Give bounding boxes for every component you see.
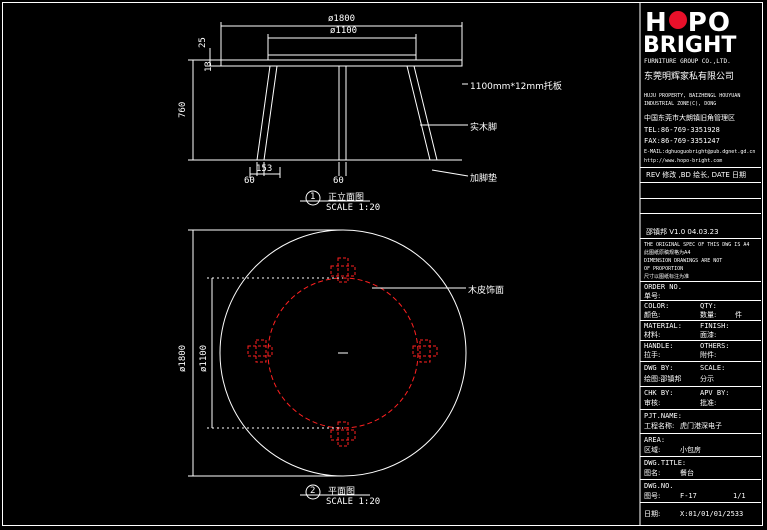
scale-label: SCALE: [700,364,726,372]
address-1: HUJU PROPERTY, BAIZHENGL HOUYUAN [644,93,741,99]
material-row [640,320,761,321]
dwg-title-cn: 图名: [644,469,661,477]
dwgno-row [640,479,761,480]
plan-scale: SCALE 1:20 [326,497,381,507]
callout-veneer: 木皮饰面 [468,286,505,296]
chk-label: CHK BY: [644,389,674,397]
order-row [640,281,761,282]
email: E-MAIL:dghuoguobright@pub.dgnet.gd.cn [644,149,756,155]
dim-top-thickness: 25 [198,37,208,48]
area-value: 小包房 [680,446,701,454]
rev-row-1 [640,198,761,199]
apv-label: APV BY: [700,389,730,397]
group-name: FURNITURE GROUP CO.,LTD. [644,58,731,65]
callout-foot-pad: 加脚垫 [470,174,498,184]
dwg-title-label: DWG.TITLE: [644,459,687,467]
dim-inner-width: ø1100 [330,26,358,36]
rev-row-top [640,167,761,168]
color-row [640,300,761,301]
dwg-title-value: 餐台 [680,469,694,477]
qty-cn: 数量: [700,311,717,319]
chk-cn: 审核: [644,399,661,407]
color-label: COLOR: [644,302,670,310]
area-row [640,433,761,434]
elevation-scale: SCALE 1:20 [326,203,381,213]
note-3: DIMENSION DRAWINGS ARE NOT [644,258,723,264]
dim-top-t2: 13 [204,61,214,72]
note-2: 此图纸原稿规格为A4 [644,250,691,256]
order-no-cn: 单号: [644,292,661,300]
elevation-title: 正立面图 [328,193,365,203]
rev-header: REV 修改 ,BD 绘长, DATE 日期 [646,171,747,179]
note-4: OF PROPORTION [644,266,684,272]
chk-row [640,386,761,387]
note-5: 尺寸以图纸标注为准 [644,274,690,280]
material-label: MATERIAL: [644,322,682,330]
area-cn: 区域: [644,446,661,454]
dim-foot-size-left: 60 [244,176,255,186]
handle-cn: 拉手: [644,351,661,359]
callout-top-board: 1100mm*12mm托板 [470,82,562,92]
scale-cn: 分示 [700,375,714,383]
pjt-value: 虎门港深电子 [680,422,722,430]
dwg-by: 绘图:邵镇邦 [644,375,682,383]
tel: TEL:86-769-3351928 [644,126,720,134]
dim-outer-width: ø1800 [328,14,356,24]
plan-dim-inner: ø1100 [199,344,209,372]
logo-line2: BRIGHT [643,33,737,58]
dwg-no-label: DWG.NO. [644,482,674,490]
apv-cn: 批准: [700,399,717,407]
plan-title-number: 2 [310,486,316,496]
finish-label: FINISH: [700,322,730,330]
dim-foot-size-mid: 60 [333,176,344,186]
dwgby-row [640,361,761,362]
plan-view [188,229,467,500]
plan-dim-outer: ø1800 [178,344,188,372]
dwg-by-label: DWG BY: [644,364,674,372]
note-1: THE ORIGINAL SPEC OF THIS DWG IS A4 [644,242,750,248]
pjt-label: PJT.NAME: [644,412,682,420]
date-label: 日期: [644,510,661,518]
callout-leg: 实木脚 [470,123,498,133]
color-cn: 颜色: [644,311,661,319]
sheet: 1/1 [733,492,746,500]
website: http://www.hopo-bright.com [644,158,723,164]
company-cn: 东莞明辉家私有限公司 [644,72,735,82]
order-no-label: ORDER NO. [644,283,682,291]
pjt-row [640,409,761,410]
title-row [640,456,761,457]
qty-label: QTY: [700,302,717,310]
rev-entry: 邵镇邦 V1.0 04.03.23 [646,228,719,236]
logo-dot-icon [668,11,687,29]
others-cn: 附件: [700,351,717,359]
date-row [640,502,761,503]
handle-row [640,340,761,341]
qty-value: 件 [735,311,742,319]
date-value: X:01/01/01/2533 [680,510,744,518]
rev-row-2 [640,213,761,214]
address-2: INDUSTRIAL ZONE(C), DONG [644,101,717,107]
area-label: AREA: [644,436,666,444]
elevation-view [188,22,469,206]
elevation-title-number: 1 [310,192,316,202]
handle-label: HANDLE: [644,342,674,350]
others-label: OTHERS: [700,342,730,350]
plan-title: 平面图 [328,487,356,497]
dwg-no-value: F-17 [680,492,697,500]
material-cn: 材料: [644,331,661,339]
dwg-no-cn: 图号: [644,492,661,500]
dim-foot-offset: 153 [256,164,273,174]
address-cn: 中国东莞市大朗镇旧角管理区 [644,114,735,122]
dim-height: 760 [178,101,188,118]
pjt-cn: 工程名称: [644,422,675,430]
finish-cn: 面漆: [700,331,717,339]
fax: FAX:86-769-3351247 [644,137,720,145]
rev-row-sep [640,182,761,183]
notes-top [640,238,761,239]
